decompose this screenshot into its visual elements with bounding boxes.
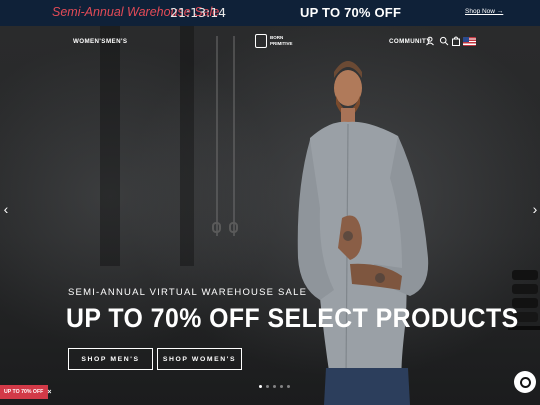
carousel-dot[interactable] xyxy=(280,385,283,388)
background-fixture xyxy=(212,222,221,233)
close-icon[interactable]: × xyxy=(47,389,51,396)
shop-mens-button[interactable]: SHOP MEN'S xyxy=(68,348,153,370)
hero-banner: WOMEN'S MEN'S BORN PRIMITIVE COMMUNITY ‹… xyxy=(0,26,540,405)
background-pillar xyxy=(100,26,120,266)
nav-mens-link[interactable]: MEN'S xyxy=(106,38,127,45)
carousel-prev-arrow[interactable]: ‹ xyxy=(0,202,12,216)
hero-model-image xyxy=(297,61,429,405)
announcement-bar: Semi-Annual Warehouse Sale 21:13:14 UP T… xyxy=(0,0,540,26)
carousel-dot[interactable] xyxy=(273,385,276,388)
logo-mark-icon xyxy=(255,34,267,48)
bag-icon[interactable] xyxy=(451,36,461,46)
background-pillar xyxy=(180,26,194,266)
nav-womens-link[interactable]: WOMEN'S xyxy=(73,38,106,45)
shop-womens-button[interactable]: SHOP WOMEN'S xyxy=(157,348,242,370)
background-pipe xyxy=(216,36,218,236)
countdown-timer: 21:13:14 xyxy=(170,5,227,20)
promo-badge[interactable]: UP TO 70% OFF × xyxy=(0,385,51,399)
hero-headline: UP TO 70% OFF SELECT PRODUCTS xyxy=(66,303,519,333)
carousel-dot[interactable] xyxy=(287,385,290,388)
search-icon[interactable] xyxy=(439,36,449,46)
carousel-dots xyxy=(259,385,290,388)
promo-badge-label: UP TO 70% OFF xyxy=(4,389,44,395)
background-pipe xyxy=(233,36,235,236)
hero-eyebrow: SEMI-ANNUAL VIRTUAL WAREHOUSE SALE xyxy=(68,287,308,298)
announcement-headline: UP TO 70% OFF xyxy=(300,5,402,20)
us-flag-icon[interactable] xyxy=(463,37,476,46)
carousel-dot[interactable] xyxy=(259,385,262,388)
carousel-dot[interactable] xyxy=(266,385,269,388)
chat-icon xyxy=(519,376,531,388)
shop-now-link[interactable]: Shop Now → xyxy=(465,8,503,15)
carousel-next-arrow[interactable]: › xyxy=(529,202,540,216)
chat-button[interactable] xyxy=(514,371,536,393)
background-fixture xyxy=(229,222,238,233)
